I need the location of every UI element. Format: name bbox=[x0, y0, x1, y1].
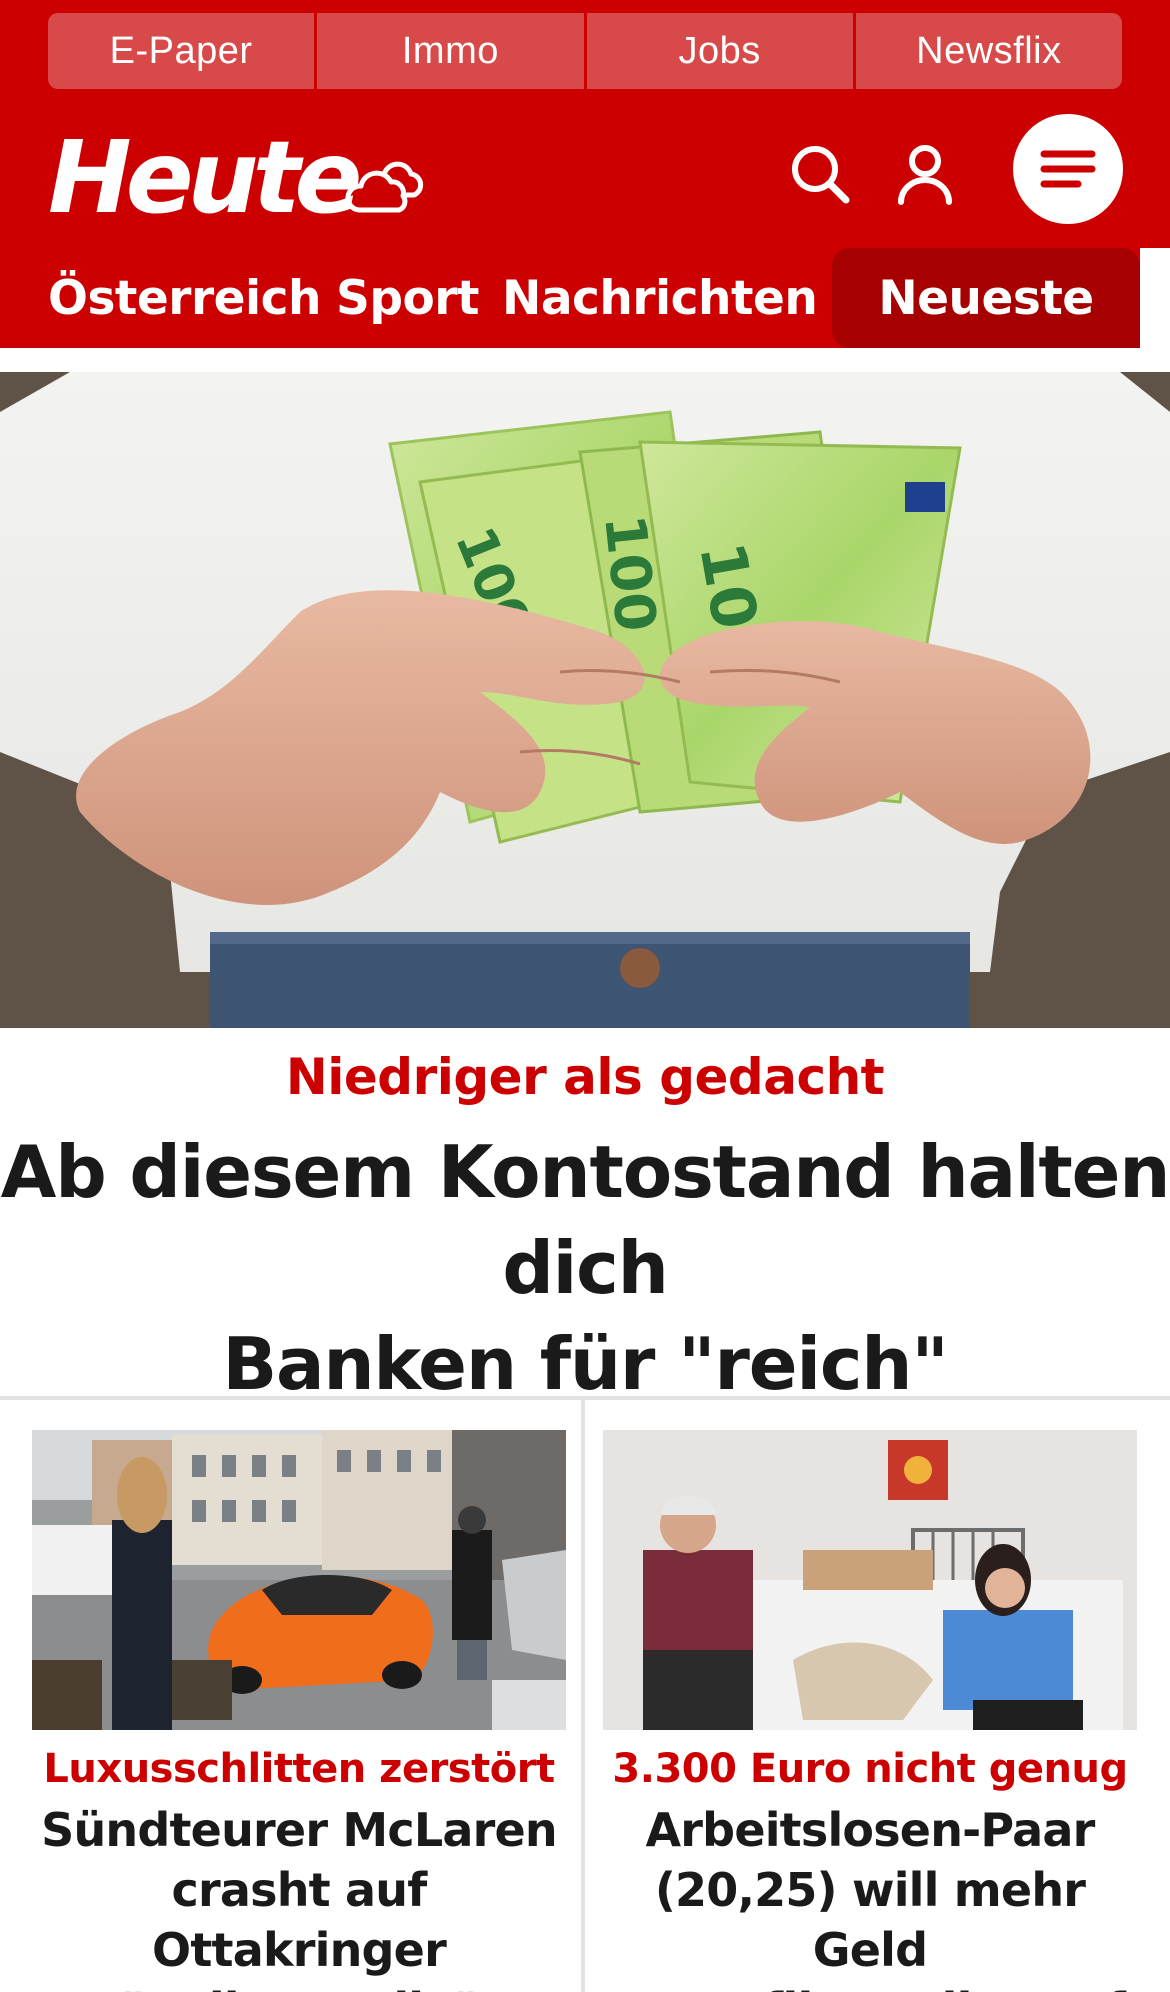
menu-icon bbox=[1040, 150, 1096, 188]
article-title-line: Arbeitslosen-Paar bbox=[645, 1803, 1096, 1857]
hero-headline[interactable]: Niedriger als gedacht Ab diesem Kontosta… bbox=[0, 1048, 1170, 1412]
article-title: Sündteurer McLaren crasht auf Ottakringe… bbox=[32, 1800, 566, 1992]
cloud-sun-icon[interactable] bbox=[345, 150, 425, 216]
section-divider bbox=[0, 1396, 1170, 1400]
hero-title-line: Ab diesem Kontostand halten dich bbox=[0, 1130, 1170, 1310]
top-link-immo[interactable]: Immo bbox=[317, 13, 587, 89]
nav-item-oesterreich[interactable]: Österreich bbox=[48, 248, 321, 348]
top-links-bar: E-Paper Immo Jobs Newsflix bbox=[48, 13, 1122, 89]
top-link-epaper[interactable]: E-Paper bbox=[48, 13, 318, 89]
section-nav: Österreich Sport Nachrichten Neueste bbox=[0, 248, 1170, 348]
article-image-couple[interactable] bbox=[603, 1430, 1137, 1730]
column-divider bbox=[581, 1400, 585, 1992]
nav-item-sport[interactable]: Sport bbox=[336, 248, 479, 348]
hero-kicker: Niedriger als gedacht bbox=[285, 1048, 885, 1106]
nav-item-neueste[interactable]: Neueste bbox=[832, 248, 1140, 348]
hero-title: Ab diesem Kontostand halten dich Banken … bbox=[0, 1124, 1170, 1412]
search-icon bbox=[792, 146, 850, 204]
article-image-mclaren[interactable] bbox=[32, 1430, 566, 1730]
article-kicker: 3.300 Euro nicht genug bbox=[612, 1746, 1128, 1792]
article-title-line: "Balkanmeile" bbox=[32, 1980, 566, 1992]
hero-image[interactable]: 100 100 100 bbox=[0, 372, 1170, 1028]
brand-row: Heute bbox=[0, 110, 1170, 240]
nav-item-nachrichten[interactable]: Nachrichten bbox=[502, 248, 818, 348]
article-title-line: Sündteurer McLaren bbox=[41, 1803, 558, 1857]
svg-text:100: 100 bbox=[591, 512, 668, 635]
top-link-jobs[interactable]: Jobs bbox=[586, 13, 856, 89]
user-button[interactable] bbox=[885, 134, 965, 214]
article-kicker: Luxusschlitten zerstört bbox=[43, 1746, 555, 1792]
article-title: Arbeitslosen-Paar (20,25) will mehr Geld… bbox=[603, 1800, 1137, 1992]
article-title-line: (20,25) will mehr Geld bbox=[654, 1863, 1086, 1977]
menu-button[interactable] bbox=[1013, 114, 1123, 224]
search-button[interactable] bbox=[780, 134, 860, 214]
nav-edge bbox=[1140, 248, 1170, 348]
user-icon bbox=[898, 145, 952, 205]
article-title-line: crasht auf Ottakringer bbox=[152, 1863, 447, 1977]
article-card-couple[interactable]: 3.300 Euro nicht genug Arbeitslosen-Paar… bbox=[603, 1430, 1137, 1992]
article-card-mclaren[interactable]: Luxusschlitten zerstört Sündteurer McLar… bbox=[32, 1430, 566, 1992]
site-logo[interactable]: Heute bbox=[48, 128, 362, 228]
top-link-newsflix[interactable]: Newsflix bbox=[855, 13, 1122, 89]
article-title-line: – nun fliegt alles auf bbox=[603, 1980, 1137, 1992]
